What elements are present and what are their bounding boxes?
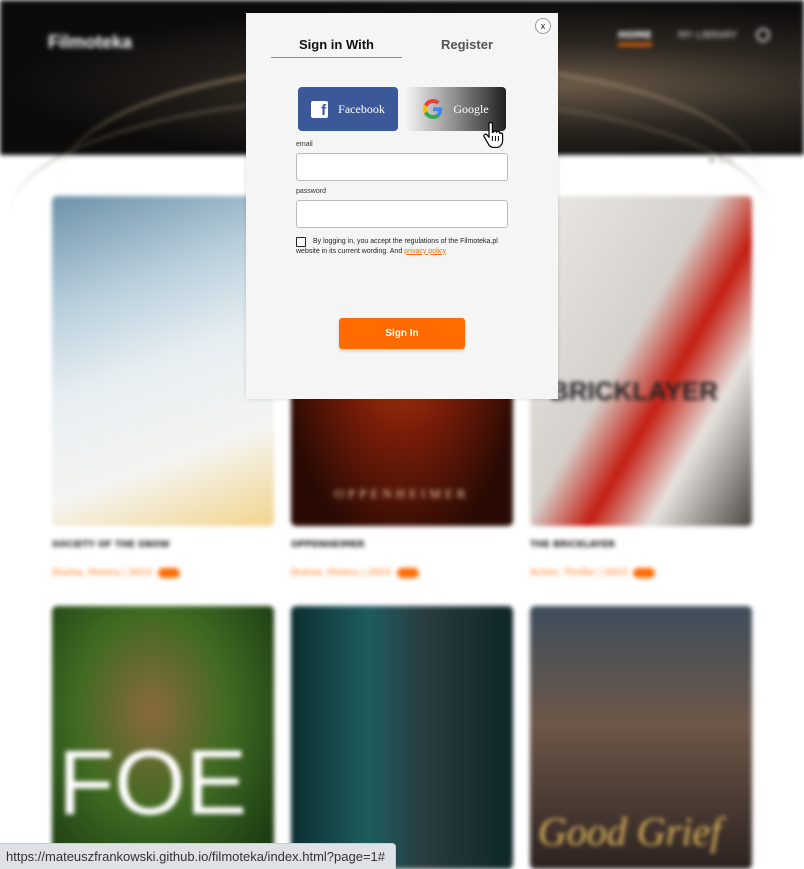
movie-meta: Action, Thriller | 2023: [530, 568, 752, 578]
privacy-policy-link[interactable]: privacy policy: [404, 248, 446, 255]
movie-meta: Drama, History | 2023: [52, 568, 274, 578]
rating-badge: [633, 568, 656, 578]
movie-meta: Drama, History | 2023: [291, 568, 513, 578]
poster-title: OPPENHEIMER: [334, 486, 470, 501]
movie-card[interactable]: SOCIETY OF THE SNOW Drama, History | 202…: [52, 196, 274, 578]
active-tab-indicator: [271, 57, 402, 58]
tab-register[interactable]: Register: [421, 37, 513, 52]
rating-badge: [396, 568, 419, 578]
email-field[interactable]: [296, 153, 508, 181]
consent-checkbox[interactable]: [296, 237, 306, 247]
browser-status-bar: https://mateuszfrankowski.github.io/film…: [0, 843, 397, 869]
site-logo: Filmoteka: [48, 32, 133, 52]
movie-card[interactable]: Good Grief: [530, 606, 752, 869]
facebook-login-button[interactable]: f Facebook: [298, 87, 398, 131]
movie-genre-year: Action, Thriller | 2023: [530, 568, 628, 578]
user-icon[interactable]: [756, 28, 770, 42]
nav-library-link[interactable]: MY LIBRARY: [678, 30, 737, 41]
google-label: Google: [453, 101, 489, 116]
movie-genre-year: Drama, History | 2023: [52, 568, 152, 578]
rating-badge: [157, 568, 180, 578]
consent-message: By logging in, you accept the regulation…: [296, 238, 498, 255]
movie-poster: [530, 196, 752, 526]
google-icon: [423, 99, 443, 119]
poster-title: Good Grief: [538, 809, 722, 854]
nav-home-link[interactable]: HOME: [618, 30, 652, 46]
movie-genre-year: Drama, History | 2023: [291, 568, 391, 578]
movie-title: OPPENHEIMER: [291, 540, 365, 550]
tab-sign-in[interactable]: Sign in With: [271, 37, 402, 52]
movie-title: SOCIETY OF THE SNOW: [52, 540, 170, 550]
password-label: password: [296, 188, 326, 195]
poster-title: FOE: [58, 732, 248, 834]
hand-pointer-icon: [483, 122, 504, 148]
movie-card[interactable]: BRICKLAYER THE BRICKLAYER Action, Thrill…: [530, 196, 752, 578]
password-field[interactable]: [296, 200, 508, 228]
movie-poster: [291, 606, 513, 869]
facebook-label: Facebook: [338, 101, 385, 116]
sign-in-button[interactable]: Sign In: [339, 318, 465, 349]
movie-card[interactable]: FOE: [52, 606, 274, 869]
signin-modal: x Sign in With Register f Facebook Googl…: [246, 13, 558, 399]
email-label: email: [296, 141, 313, 148]
poster-title: BRICKLAYER: [550, 376, 719, 406]
theme-switch[interactable]: ☀ — ☾: [708, 156, 735, 165]
movie-card[interactable]: [291, 606, 513, 869]
consent-text: By logging in, you accept the regulation…: [296, 237, 510, 256]
close-button[interactable]: x: [535, 18, 551, 34]
movie-poster: [52, 196, 274, 526]
movie-title: THE BRICKLAYER: [530, 540, 616, 550]
facebook-icon: f: [311, 100, 329, 118]
